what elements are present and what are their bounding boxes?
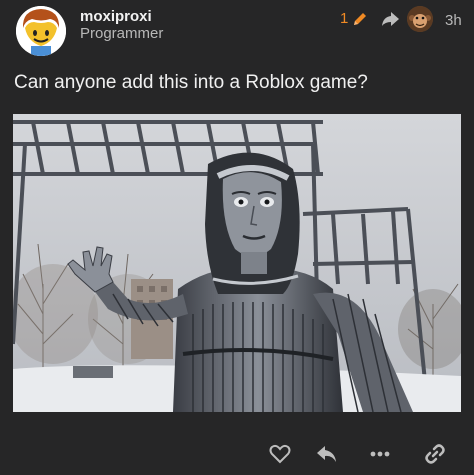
author-title: Programmer	[80, 25, 164, 42]
author-username[interactable]: moxiproxi	[80, 8, 152, 25]
post-body: Can anyone add this into a Roblox game?	[14, 72, 368, 93]
roblox-avatar-icon	[16, 6, 66, 56]
link-icon[interactable]	[423, 442, 447, 466]
post-header: moxiproxi Programmer 1 3h	[0, 0, 474, 64]
reply-icon[interactable]	[315, 442, 339, 466]
monkey-avatar-icon	[407, 6, 433, 32]
edit-count[interactable]: 1	[340, 10, 348, 27]
viewer-avatar[interactable]	[407, 6, 433, 32]
share-icon[interactable]	[380, 10, 400, 28]
pencil-icon[interactable]	[351, 10, 369, 28]
author-avatar[interactable]	[16, 6, 66, 56]
post-timestamp: 3h	[445, 12, 462, 29]
heart-icon[interactable]	[268, 442, 292, 466]
post-image[interactable]	[13, 114, 461, 412]
statue-photo	[13, 114, 461, 412]
more-icon[interactable]	[368, 442, 392, 466]
post-actions	[0, 430, 474, 475]
